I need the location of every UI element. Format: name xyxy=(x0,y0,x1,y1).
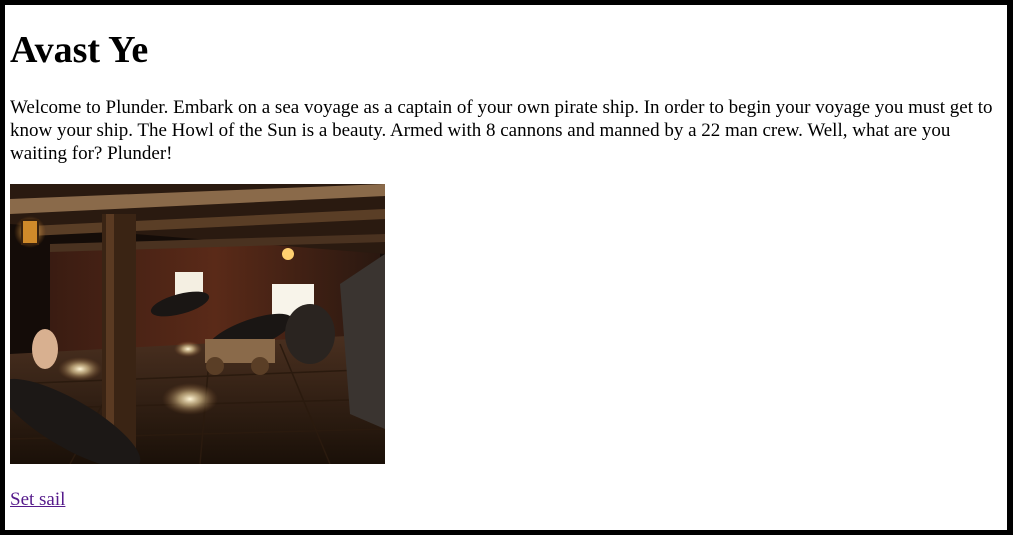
page: Avast Ye Welcome to Plunder. Embark on a… xyxy=(5,5,1007,530)
ship-deck-image xyxy=(10,184,385,464)
content: Avast Ye Welcome to Plunder. Embark on a… xyxy=(10,5,1000,511)
set-sail-link[interactable]: Set sail xyxy=(10,488,65,511)
page-title: Avast Ye xyxy=(10,29,149,71)
intro-paragraph: Welcome to Plunder. Embark on a sea voya… xyxy=(10,97,993,164)
